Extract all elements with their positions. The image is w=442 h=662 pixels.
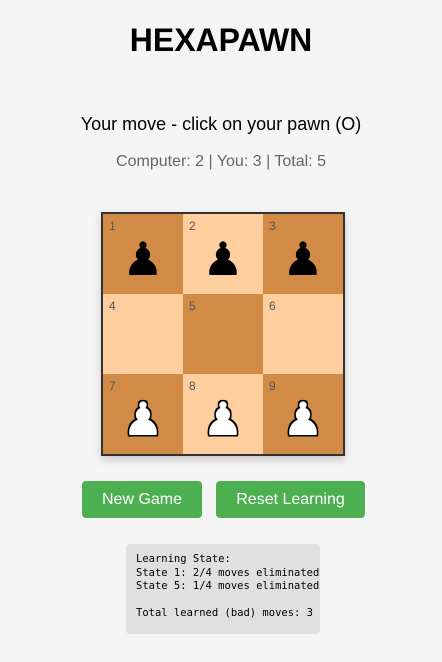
board-cell-5[interactable]: 5 bbox=[183, 294, 263, 374]
black-pawn-icon: ♟ bbox=[282, 232, 324, 286]
board-cell-3[interactable]: 3 ♟ bbox=[263, 214, 343, 294]
white-pawn-icon[interactable]: ♟ bbox=[122, 396, 163, 442]
cell-number: 6 bbox=[269, 299, 276, 313]
game-title: HEXAPAWN bbox=[129, 22, 313, 58]
score-display: Computer: 2 | You: 3 | Total: 5 bbox=[116, 153, 326, 170]
hexapawn-page: HEXAPAWN Your move - click on your pawn … bbox=[0, 0, 442, 662]
game-board: 1 ♟ 2 ♟ 3 ♟ 4 5 6 7 ♟ 8 ♟ 9 ♟ bbox=[101, 212, 345, 456]
board-cell-1[interactable]: 1 ♟ bbox=[103, 214, 183, 294]
white-pawn-icon[interactable]: ♟ bbox=[282, 396, 323, 442]
reset-learning-button[interactable]: Reset Learning bbox=[216, 481, 365, 518]
learning-total: Total learned (bad) moves: 3 bbox=[136, 607, 314, 619]
black-pawn-icon: ♟ bbox=[202, 232, 244, 286]
new-game-button[interactable]: New Game bbox=[82, 481, 202, 518]
board-cell-4[interactable]: 4 bbox=[103, 294, 183, 374]
cell-number: 9 bbox=[269, 379, 276, 393]
board-cell-9[interactable]: 9 ♟ bbox=[263, 374, 343, 454]
learning-state-line: State 5: 1/4 moves eliminated bbox=[136, 580, 320, 592]
cell-number: 3 bbox=[269, 219, 276, 233]
cell-number: 5 bbox=[189, 299, 196, 313]
white-pawn-icon[interactable]: ♟ bbox=[202, 396, 243, 442]
status-message: Your move - click on your pawn (O) bbox=[80, 114, 362, 134]
cell-number: 7 bbox=[109, 379, 116, 393]
cell-number: 1 bbox=[109, 219, 116, 233]
cell-number: 4 bbox=[109, 299, 116, 313]
board-cell-7[interactable]: 7 ♟ bbox=[103, 374, 183, 454]
learning-state-line: State 1: 2/4 moves eliminated bbox=[136, 566, 320, 579]
board-cell-6[interactable]: 6 bbox=[263, 294, 343, 374]
board-cell-8[interactable]: 8 ♟ bbox=[183, 374, 263, 454]
cell-number: 8 bbox=[189, 379, 196, 393]
learning-state-panel: Learning State: State 1: 2/4 moves elimi… bbox=[126, 544, 320, 634]
black-pawn-icon: ♟ bbox=[122, 232, 164, 286]
learning-heading: Learning State: bbox=[136, 553, 231, 565]
board-cell-2[interactable]: 2 ♟ bbox=[183, 214, 263, 294]
cell-number: 2 bbox=[189, 219, 196, 233]
